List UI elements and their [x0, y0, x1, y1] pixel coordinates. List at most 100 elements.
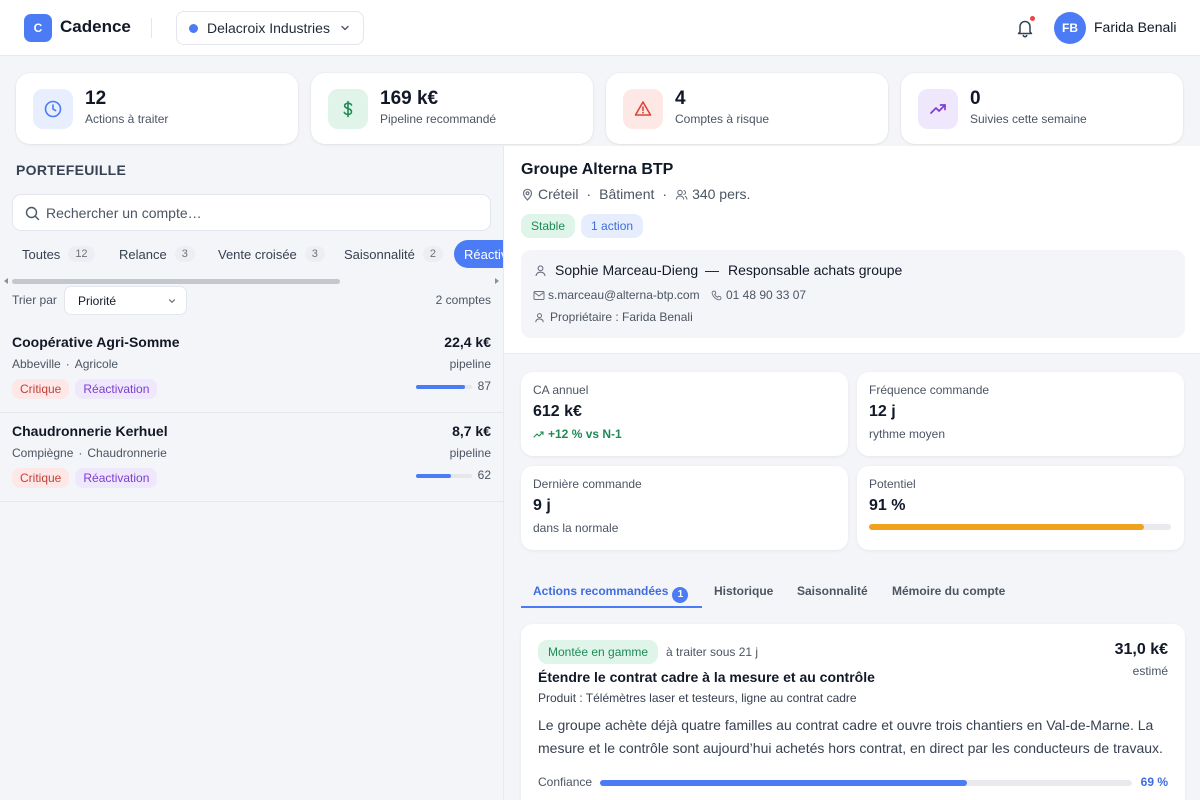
kpi-label: Actions à traiter [85, 112, 169, 126]
kpi-card-risk[interactable]: 4 Comptes à risque [606, 73, 888, 144]
sort-select[interactable]: Priorité [64, 286, 187, 315]
company-selector[interactable]: Delacroix Industries [176, 11, 364, 45]
kpi-card-followups[interactable]: 0 Suivies cette semaine [901, 73, 1183, 144]
app-title: Cadence [60, 17, 131, 36]
account-sector: Chaudronnerie [87, 446, 167, 460]
account-amount-label: pipeline [449, 357, 491, 371]
action-description: Le groupe achète déjà quatre familles au… [538, 717, 1163, 756]
detail-tags: Stable 1 action [521, 214, 644, 238]
action-count-badge[interactable]: 1 action [581, 214, 644, 238]
user-avatar[interactable]: FB [1054, 12, 1086, 44]
account-row[interactable]: Coopérative Agri-Somme Abbeville · Agricol… [0, 324, 503, 413]
action-type-badge: Montée en gamme [538, 640, 659, 664]
metric-value: 9 j [533, 497, 551, 514]
app-logo[interactable]: C [24, 14, 52, 42]
tab-saisonnalite[interactable]: Saisonnalité [797, 584, 868, 598]
user-icon [535, 265, 546, 277]
portfolio-panel: PORTEFEUILLE Toutes 12 Relance 3 Vente cro… [0, 146, 503, 800]
metric-label: Potentiel [869, 477, 916, 491]
contact-email[interactable]: s.marceau@alterna-btp.com [548, 288, 700, 302]
account-meta: Abbeville · Agricole [12, 357, 119, 371]
users-icon [675, 189, 688, 200]
clock-icon [33, 89, 73, 129]
account-amount: 22,4 k€ [444, 334, 491, 350]
metric-label: CA annuel [533, 383, 589, 397]
metric-card-frequency: Fréquence commande 12 j rythme moyen [857, 372, 1184, 456]
trend-up-icon [918, 89, 958, 129]
tab-label: Actions recommandées [533, 584, 669, 598]
company-status-dot [189, 23, 198, 33]
filter-count: 12 [68, 246, 95, 262]
metric-card-last-order: Dernière commande 9 j dans la normale [521, 466, 848, 550]
filter-count: 3 [304, 246, 325, 262]
tab-historique[interactable]: Historique [714, 584, 773, 598]
filter-label: Vente croisée [218, 246, 297, 262]
contact-phone[interactable]: 01 48 90 33 07 [726, 288, 806, 302]
account-tags: Critique Réactivation [12, 468, 158, 488]
active-tab-indicator [521, 606, 702, 608]
metric-sub: rythme moyen [869, 427, 946, 441]
detail-meta: Créteil · Bâtiment · 340 pers. [521, 186, 750, 202]
detail-tabs: Actions recommandées 1 Historique Saisonn… [521, 576, 1185, 608]
action-product: Produit : Télémètres laser et testeurs, … [538, 691, 857, 705]
filter-tab-relance[interactable]: Relance 3 [119, 240, 195, 268]
account-name: Coopérative Agri-Somme [12, 334, 180, 350]
account-header: Groupe Alterna BTP Créteil · Bâtiment · … [504, 146, 1200, 354]
recommended-action-card[interactable]: Montée en gamme à traiter sous 21 j Éten… [521, 624, 1185, 800]
status-badge-stable: Stable [521, 214, 576, 238]
account-meta: Compiègne · Chaudronnerie [12, 446, 167, 460]
potential-bar [869, 524, 1171, 530]
scrollbar-thumb[interactable] [12, 279, 340, 284]
account-amount-label: pipeline [449, 446, 491, 460]
filter-scrollbar[interactable] [4, 278, 499, 285]
tag-critique: Critique [12, 379, 70, 399]
detail-headcount: 340 pers. [692, 186, 751, 202]
metric-value: 612 k€ [533, 403, 582, 420]
account-count: 2 comptes [435, 293, 491, 307]
action-title: Étendre le contrat cadre à la mesure et … [538, 669, 875, 685]
detail-sector: Bâtiment [599, 186, 655, 202]
tab-actions[interactable]: Actions recommandées 1 [533, 584, 689, 603]
account-row[interactable]: Chaudronnerie Kerhuel Compiègne · Chaudron… [0, 413, 503, 502]
portfolio-title: PORTEFEUILLE [16, 162, 127, 178]
notification-dot [1029, 15, 1036, 22]
contact-name: Sophie Marceau-Dieng [555, 262, 699, 278]
filter-count: 2 [422, 246, 443, 262]
filter-tab-vente-croisee[interactable]: Vente croisée 3 [218, 240, 325, 268]
contact-separator: — [705, 262, 719, 278]
top-header: C Cadence Delacroix Industries FB Farida… [0, 0, 1200, 56]
detail-account-name: Groupe Alterna BTP [521, 161, 674, 178]
account-name: Chaudronnerie Kerhuel [12, 423, 168, 439]
scroll-left-arrow-icon[interactable] [4, 278, 8, 284]
tab-memoire[interactable]: Mémoire du compte [892, 584, 1005, 598]
account-detail-panel: Groupe Alterna BTP Créteil · Bâtiment · … [503, 146, 1200, 800]
filter-tab-saisonnalite[interactable]: Saisonnalité 2 [344, 240, 443, 268]
metric-value: 91 % [869, 497, 906, 514]
filter-label: Saisonnalité [344, 246, 415, 262]
action-deadline: à traiter sous 21 j [666, 645, 759, 659]
user-icon [535, 313, 544, 323]
detail-city: Créteil [538, 186, 579, 202]
mail-icon [533, 291, 545, 300]
kpi-card-actions[interactable]: 12 Actions à traiter [16, 73, 298, 144]
account-score-fill [416, 385, 465, 389]
account-search[interactable] [12, 194, 491, 231]
user-name[interactable]: Farida Benali [1094, 19, 1177, 35]
scroll-right-arrow-icon[interactable] [495, 278, 499, 284]
contact-role: Responsable achats groupe [728, 262, 903, 278]
account-sector: Agricole [74, 357, 119, 371]
tab-badge: 1 [672, 587, 689, 603]
trend-up-icon [533, 430, 544, 438]
filter-tab-toutes[interactable]: Toutes 12 [22, 240, 95, 268]
tag-critique: Critique [12, 468, 70, 488]
location-pin-icon [522, 188, 533, 201]
account-score: 87 [477, 379, 491, 393]
tag-reactivation: Réactivation [75, 468, 158, 488]
kpi-card-pipeline[interactable]: 169 k€ Pipeline recommandé [311, 73, 593, 144]
search-input[interactable] [46, 196, 476, 229]
logo-letter: C [33, 21, 43, 35]
metrics-area: CA annuel 612 k€ +12 % vs N-1 Fréquence … [504, 354, 1200, 800]
filter-tab-reactivation[interactable]: Réactivation2 [454, 240, 503, 268]
tab-label: Mémoire du compte [892, 584, 1006, 598]
action-amount-label: estimé [1132, 664, 1168, 678]
